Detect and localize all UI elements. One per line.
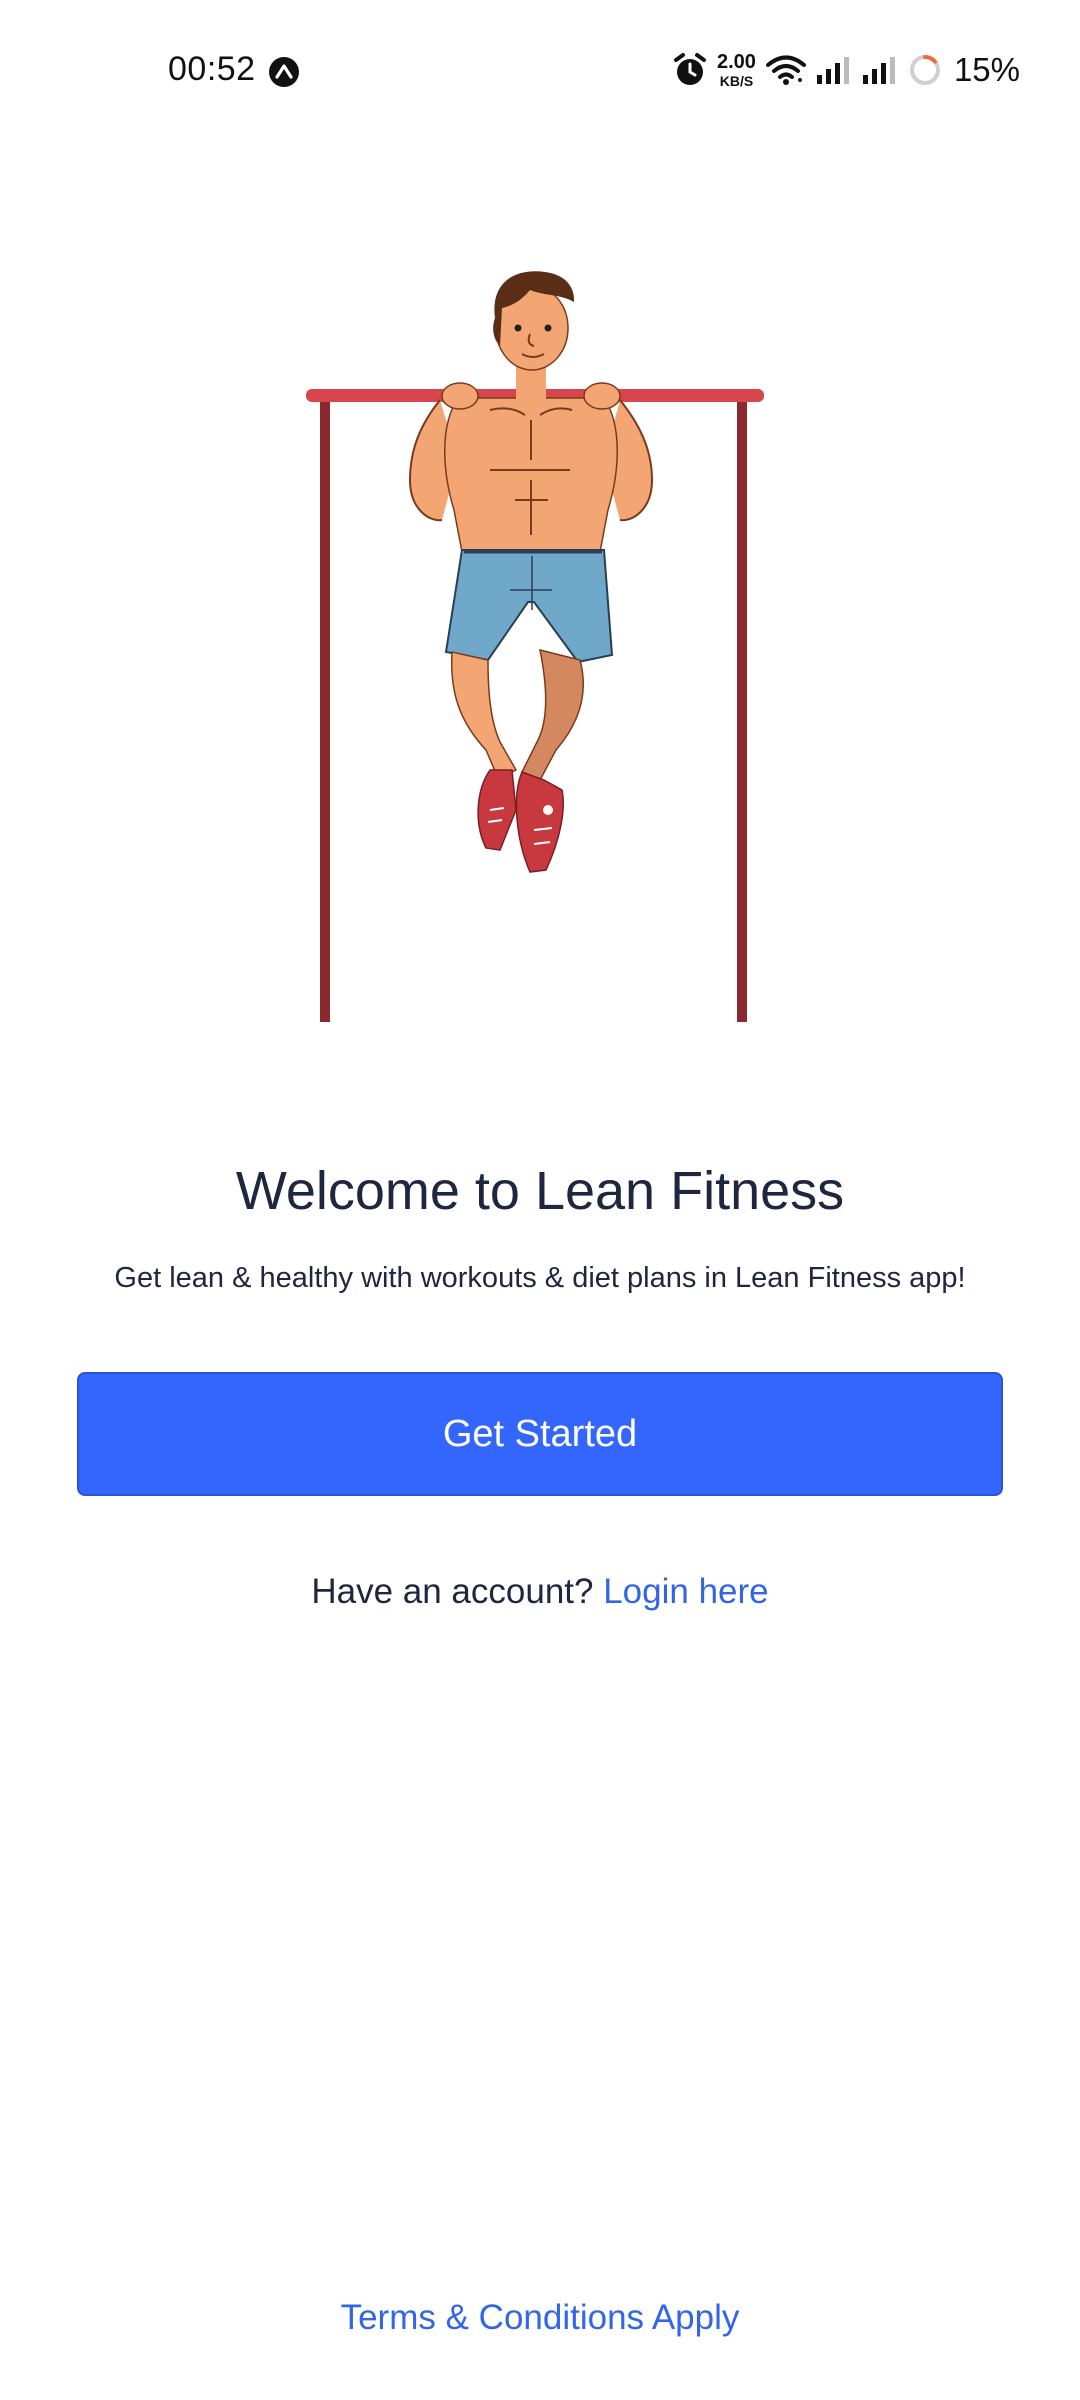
bar-post-left (320, 398, 330, 1022)
login-link[interactable]: Login here (603, 1572, 768, 1611)
bar-post-right (737, 398, 747, 1022)
welcome-subtitle: Get lean & healthy with workouts & diet … (114, 1262, 966, 1294)
pull-up-illustration (306, 271, 764, 1022)
battery-ring-icon (909, 54, 940, 85)
terms-link[interactable]: Terms & Conditions Apply (0, 2298, 1080, 2338)
welcome-title: Welcome to Lean Fitness (235, 1161, 845, 1221)
get-started-button[interactable]: Get Started (77, 1372, 1003, 1496)
network-speed: 2.00 KB/S (717, 51, 756, 89)
login-prompt: Have an account? Login here (0, 1572, 1080, 1612)
signal-icon (816, 57, 849, 84)
battery-percent: 15% (953, 51, 1020, 88)
status-time: 00:52 (168, 50, 256, 88)
have-account-text: Have an account? (311, 1572, 594, 1611)
alarm-icon (674, 53, 706, 85)
wifi-icon (765, 55, 806, 85)
signal-icon (862, 57, 895, 84)
app-notification-icon (269, 57, 299, 87)
status-icons: 2.00 KB/S 15% (673, 48, 1020, 92)
status-bar: 00:52 2.00 KB/S 15% (0, 0, 1080, 140)
